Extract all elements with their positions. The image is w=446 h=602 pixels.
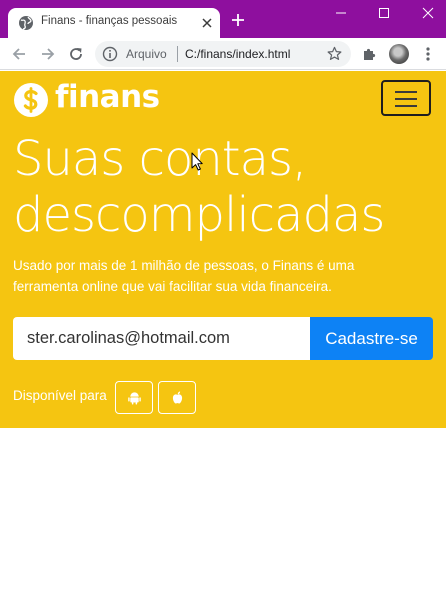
android-button[interactable]: [115, 381, 153, 414]
headline-line-2: descomplicadas: [13, 187, 385, 243]
star-icon[interactable]: [327, 46, 342, 61]
android-icon: [128, 392, 141, 405]
maximize-icon[interactable]: [377, 7, 391, 19]
omnibox-separator: [177, 46, 178, 62]
plus-icon[interactable]: [230, 12, 246, 28]
tab-title: Finans - finanças pessoais: [41, 15, 178, 27]
arrow-right-icon[interactable]: [40, 46, 56, 62]
address-bar[interactable]: Arquivo C:/finans/index.html: [95, 41, 351, 67]
dollar-coin-icon[interactable]: [13, 82, 49, 118]
browser-tab[interactable]: Finans - finanças pessoais: [8, 8, 220, 38]
menu-bar: [395, 105, 417, 107]
subtitle-line-1: Usado por mais de 1 milhão de pessoas, o…: [13, 258, 355, 273]
arrow-left-icon[interactable]: [11, 46, 27, 62]
close-icon[interactable]: [201, 17, 213, 29]
mouse-cursor-icon: [191, 152, 203, 171]
apple-icon: [172, 391, 183, 404]
menu-bar: [395, 98, 417, 100]
reload-icon[interactable]: [68, 46, 84, 62]
subtitle: Usado por mais de 1 milhão de pessoas, o…: [13, 255, 433, 297]
available-label: Disponível para: [13, 388, 107, 403]
headline: Suas contas, descomplicadas: [13, 131, 385, 243]
brand-name[interactable]: finans: [55, 79, 160, 115]
email-field[interactable]: [13, 317, 311, 360]
hamburger-icon[interactable]: [381, 80, 431, 116]
url-text[interactable]: C:/finans/index.html: [185, 47, 290, 61]
browser-tab-strip: Finans - finanças pessoais: [0, 0, 446, 38]
window-close-icon[interactable]: [421, 7, 435, 19]
minimize-icon[interactable]: [334, 7, 348, 19]
menu-bar: [395, 91, 417, 93]
info-icon[interactable]: [102, 46, 118, 62]
browser-toolbar: Arquivo C:/finans/index.html: [0, 38, 446, 70]
puzzle-icon[interactable]: [361, 46, 377, 62]
profile-avatar[interactable]: [389, 44, 409, 64]
site-label: Arquivo: [126, 47, 167, 61]
globe-icon: [19, 16, 33, 30]
apple-button[interactable]: [158, 381, 196, 414]
signup-button[interactable]: Cadastre-se: [310, 317, 433, 360]
subtitle-line-2: ferramenta online que vai facilitar sua …: [13, 279, 332, 294]
kebab-menu-icon[interactable]: [420, 46, 436, 62]
hero-section: finans Suas contas, descomplicadas Usado…: [0, 71, 446, 428]
